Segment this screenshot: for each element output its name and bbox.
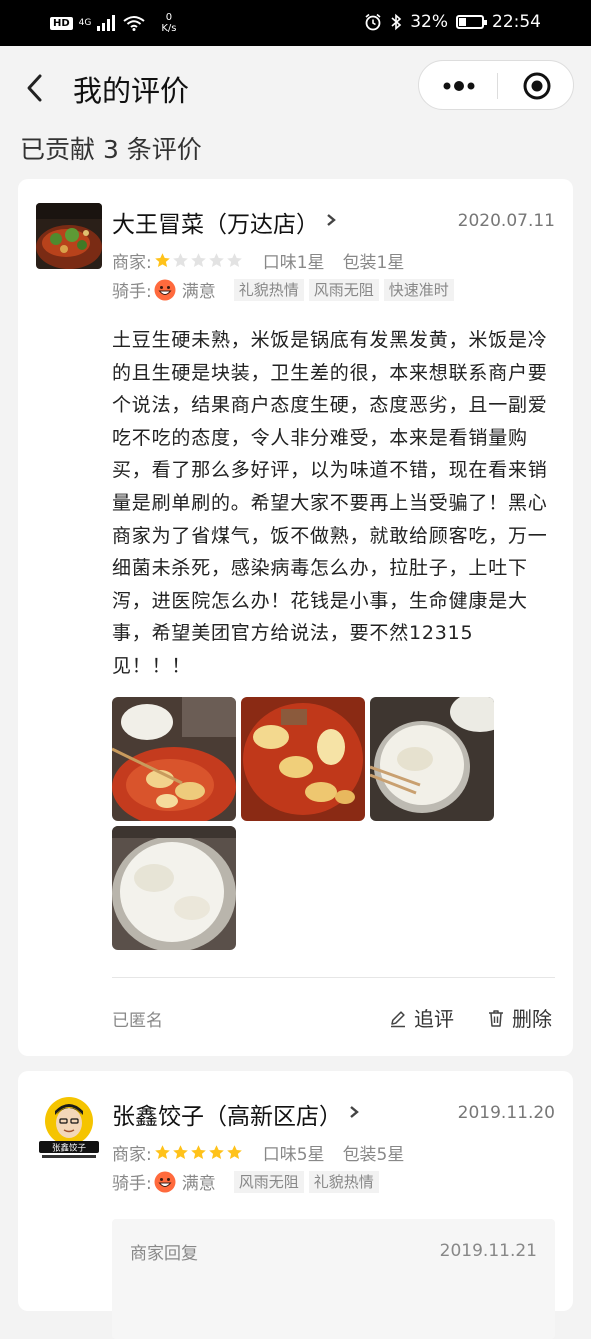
star-filled-icon — [226, 1145, 242, 1159]
hd-badge: HD — [50, 16, 73, 30]
merchant-label: 商家: — [112, 253, 152, 273]
merchant-label: 商家: — [112, 1145, 152, 1165]
status-bar: HD 4G 0 K/s 32% 22:54 — [0, 0, 591, 46]
edit-pencil-icon — [391, 1010, 405, 1027]
star-filled-icon — [172, 1145, 188, 1159]
delete-label: 删除 — [512, 1007, 552, 1031]
rider-rating-row: 骑手: 满意 风雨无阻 礼貌热情 — [112, 1169, 384, 1194]
chevron-right-icon[interactable] — [325, 212, 337, 228]
card-divider — [112, 977, 555, 978]
rider-tag: 礼貌热情 — [233, 278, 304, 301]
taste-score: 口味5星 — [262, 1145, 325, 1165]
page-title: 我的评价 — [73, 74, 190, 108]
review-count-summary: 已贡献 3 条评价 — [20, 135, 202, 164]
review-date: 2020.07.11 — [457, 211, 555, 231]
merchant-reply: 商家回复 2019.11.21 — [112, 1219, 555, 1339]
rider-tag: 风雨无阻 — [233, 1170, 304, 1193]
page-header: 我的评价 — [0, 46, 591, 130]
network-speed: 0 K/s — [161, 12, 176, 34]
star-empty-icon — [208, 253, 224, 267]
taste-score: 口味1星 — [262, 253, 325, 273]
signal-icon — [97, 15, 116, 31]
trash-icon — [489, 1009, 503, 1027]
smile-emoji-icon — [154, 1171, 176, 1192]
reply-date: 2019.11.21 — [439, 1241, 537, 1261]
shop-avatar[interactable] — [36, 203, 102, 269]
anonymous-status: 已匿名 — [112, 1011, 163, 1031]
review-photo[interactable] — [370, 697, 494, 821]
star-empty-icon — [172, 253, 188, 267]
shop-name[interactable]: 张鑫饺子（高新区店） — [112, 1097, 342, 1131]
star-empty-icon — [190, 253, 206, 267]
review-photo[interactable] — [112, 826, 236, 950]
rider-mood: 满意 — [181, 1174, 216, 1194]
logo-text: 张鑫饺子 — [52, 1143, 87, 1154]
star-rating — [154, 252, 243, 269]
rider-label: 骑手: — [112, 1174, 152, 1194]
star-filled-icon — [190, 1145, 206, 1159]
rider-label: 骑手: — [112, 282, 152, 302]
rider-mood: 满意 — [181, 282, 216, 302]
star-empty-icon — [226, 253, 242, 267]
close-target-icon[interactable] — [522, 71, 552, 101]
more-dots-icon[interactable] — [441, 73, 477, 99]
review-photo[interactable] — [112, 697, 236, 821]
network-type: 4G — [78, 18, 92, 28]
review-text: 土豆生硬未熟，米饭是锅底有发黑发黄，米饭是冷的且生硬是块装，卫生差的很，本来想联… — [112, 329, 548, 677]
rider-tag: 礼貌热情 — [308, 1170, 379, 1193]
battery-fill — [459, 18, 467, 26]
star-filled-icon — [154, 1145, 170, 1159]
back-arrow-icon[interactable] — [22, 70, 50, 106]
star-filled-icon — [208, 1145, 224, 1159]
merchant-rating-row: 商家: 口味5星 包装5星 — [112, 1140, 422, 1165]
chevron-right-icon[interactable] — [348, 1104, 360, 1120]
capsule-divider — [497, 73, 498, 99]
review-card: 张鑫饺子 张鑫饺子（高新区店） 2019.11.20 商家: 口味5星 包装5星… — [18, 1071, 573, 1339]
wifi-icon — [123, 16, 145, 31]
delete-review-button[interactable]: 删除 — [486, 1003, 552, 1032]
star-rating — [154, 1144, 243, 1161]
rider-tag: 风雨无阻 — [308, 278, 379, 301]
smile-emoji-icon — [154, 279, 176, 300]
battery-icon — [456, 15, 487, 29]
shop-avatar[interactable]: 张鑫饺子 — [36, 1095, 102, 1161]
shop-name[interactable]: 大王冒菜（万达店） — [112, 205, 319, 239]
clock: 22:54 — [492, 12, 541, 32]
review-photo[interactable] — [241, 697, 365, 821]
followup-review-button[interactable]: 追评 — [388, 1003, 454, 1032]
packaging-score: 包装5星 — [342, 1145, 405, 1165]
review-card: 大王冒菜（万达店） 2020.07.11 商家: 口味1星 包装1星 骑手: 满… — [18, 179, 573, 1056]
rider-tag: 快速准时 — [383, 278, 454, 301]
reply-label: 商家回复 — [130, 1244, 198, 1264]
alarm-icon — [365, 13, 381, 31]
star-filled-icon — [154, 253, 170, 267]
battery-percent: 32% — [410, 12, 448, 32]
speed-value: 0 — [165, 12, 173, 23]
merchant-rating-row: 商家: 口味1星 包装1星 — [112, 248, 422, 273]
rider-rating-row: 骑手: 满意 礼貌热情 风雨无阻 快速准时 — [112, 277, 459, 302]
mini-program-capsule — [418, 60, 574, 110]
bluetooth-icon — [391, 13, 402, 31]
followup-label: 追评 — [414, 1007, 454, 1031]
speed-unit: K/s — [161, 23, 177, 34]
review-date: 2019.11.20 — [457, 1103, 555, 1123]
packaging-score: 包装1星 — [342, 253, 405, 273]
